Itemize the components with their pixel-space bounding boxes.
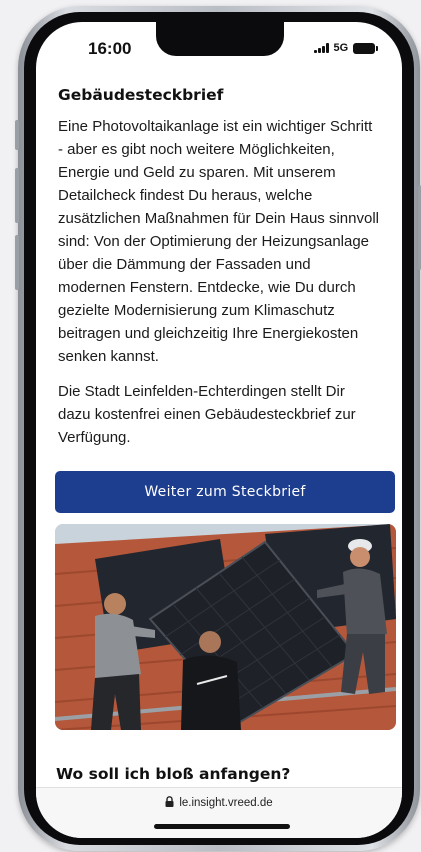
solar-installation-photo [55,524,396,730]
notch [156,22,284,56]
phone-screen: 16:00 5G Gebäudesteckbrief Eine Photovol… [36,22,402,838]
section-heading-where-to-start: Wo soll ich bloß anfangen? [56,765,291,783]
status-icons: 5G [314,42,379,54]
status-time: 16:00 [88,39,132,58]
offer-paragraph: Die Stadt Leinfelden-Echterdingen stellt… [58,383,356,446]
page-title: Gebäudesteckbrief [58,86,224,104]
network-label: 5G [333,42,349,54]
continue-to-profile-button[interactable]: Weiter zum Steckbrief [55,471,395,513]
url-text[interactable]: le.insight.vreed.de [179,797,272,809]
phone-mockup: 16:00 5G Gebäudesteckbrief Eine Photovol… [0,0,421,852]
main-content: Gebäudesteckbrief Eine Photovoltaikanlag… [55,86,395,513]
battery-icon [353,42,379,54]
intro-paragraph: Eine Photovoltaikanlage ist ein wichtige… [58,118,379,365]
browser-address-bar[interactable]: le.insight.vreed.de [36,787,402,838]
volume-down-button [15,235,19,290]
home-indicator[interactable] [154,824,290,829]
volume-up-button [15,168,19,223]
mute-switch [15,120,19,150]
status-bar: 16:00 5G [36,22,402,74]
lock-icon [165,794,174,812]
signal-icon [314,43,329,53]
